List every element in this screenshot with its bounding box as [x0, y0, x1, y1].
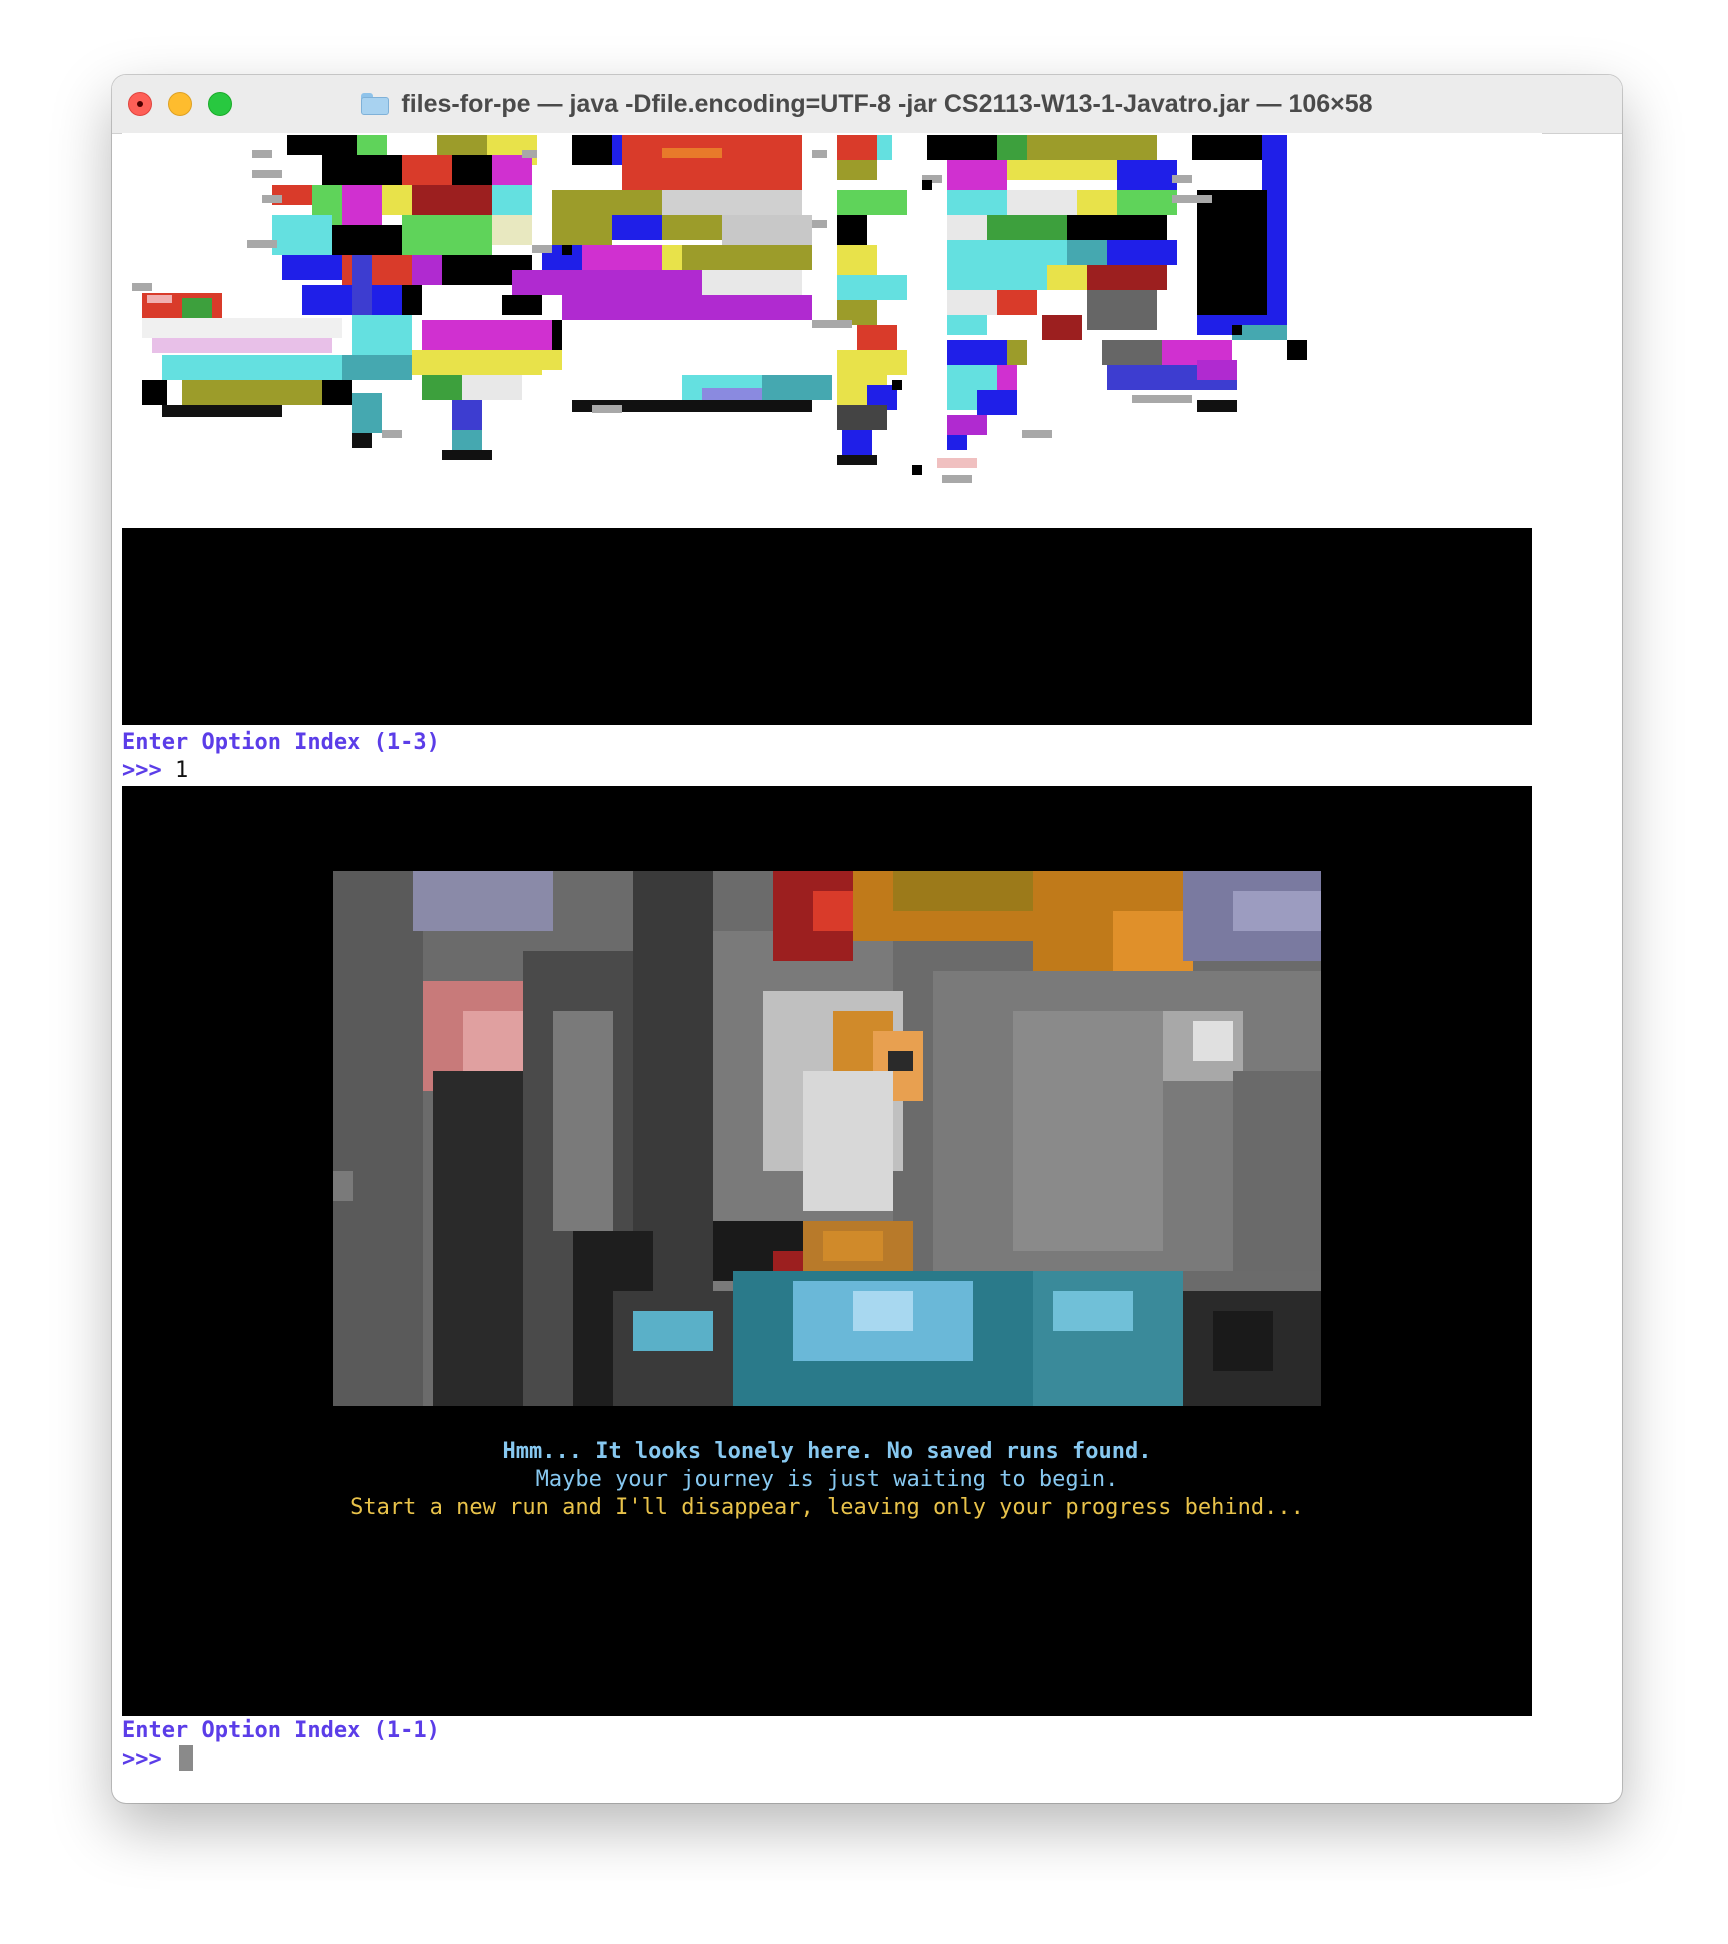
- option-prompt-label-2: Enter Option Index (1-1): [122, 1718, 440, 1743]
- start-new-run-message: Start a new run and I'll disappear, leav…: [350, 1495, 1304, 1520]
- menu-output-panel: [122, 528, 1532, 725]
- text-cursor: [179, 1745, 193, 1771]
- prompt-arrow-1: >>>: [122, 758, 162, 783]
- lonely-screen-panel: Hmm... It looks lonely here. No saved ru…: [122, 786, 1532, 1716]
- prompt-arrow-2: >>>: [122, 1747, 162, 1772]
- no-saved-runs-message: Hmm... It looks lonely here. No saved ru…: [502, 1439, 1152, 1464]
- option-prompt-label-1: Enter Option Index (1-3): [122, 730, 440, 755]
- window-title: files-for-pe — java -Dfile.encoding=UTF-…: [401, 89, 1373, 118]
- terminal-window: files-for-pe — java -Dfile.encoding=UTF-…: [112, 75, 1622, 1803]
- input-line-2[interactable]: >>>: [122, 1745, 193, 1774]
- input-line-1[interactable]: >>> 1: [122, 757, 188, 785]
- terminal-content[interactable]: Enter Option Index (1-3) >>> 1 Hmm... It…: [122, 133, 1542, 1801]
- title-bar[interactable]: files-for-pe — java -Dfile.encoding=UTF-…: [112, 75, 1622, 134]
- joker-portrait-image: [333, 871, 1321, 1406]
- javatro-banner-logo: [122, 133, 1542, 528]
- folder-icon: [361, 93, 390, 115]
- title-group: files-for-pe — java -Dfile.encoding=UTF-…: [112, 75, 1622, 133]
- typed-input-1: 1: [175, 758, 189, 783]
- journey-message: Maybe your journey is just waiting to be…: [535, 1467, 1119, 1492]
